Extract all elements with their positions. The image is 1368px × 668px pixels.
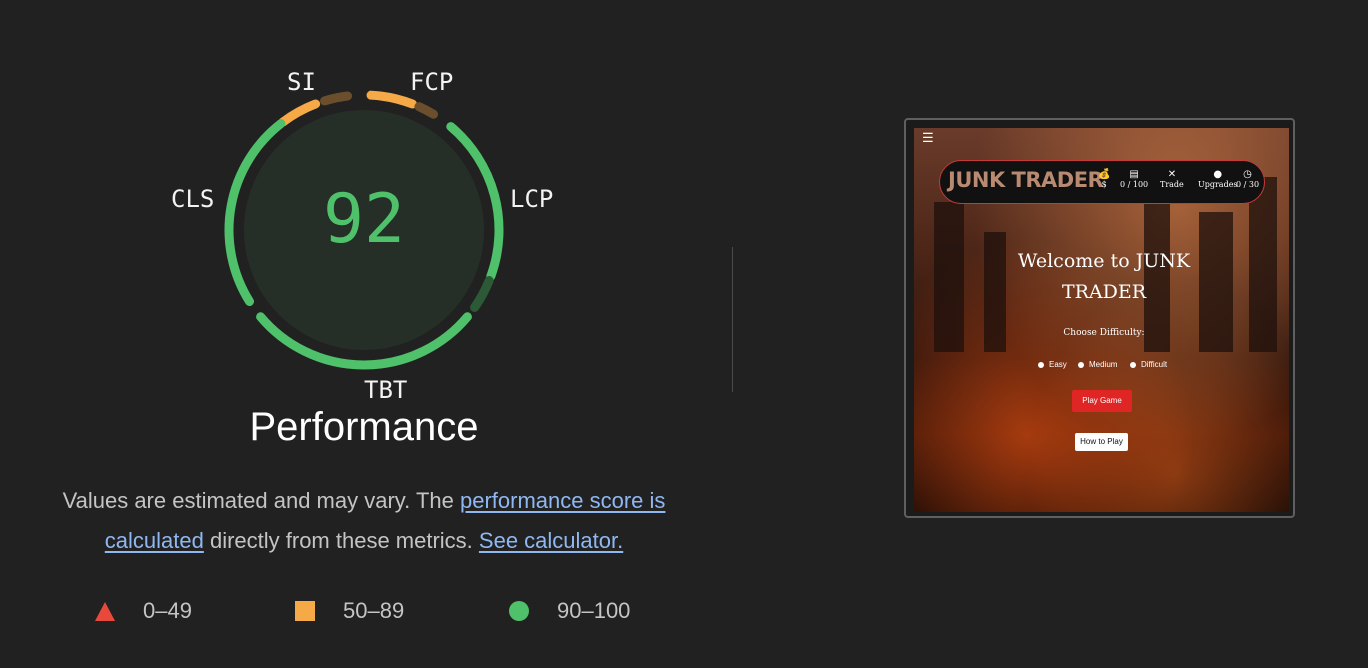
category-title: Performance: [249, 405, 479, 449]
welcome-heading: Welcome to JUNK TRADER: [1017, 250, 1191, 303]
header-upgrades: ● Upgrades: [1198, 169, 1238, 189]
header-inventory: ▤ 0 / 100: [1120, 169, 1149, 189]
legend-pass-label: 90–100: [557, 598, 631, 623]
fcp-arc-remainder: [414, 102, 439, 119]
difficulty-medium: Medium: [1078, 360, 1117, 369]
square-icon: [295, 601, 315, 621]
screenshot-image: ☰ JUNK TRADER 💰 $ ▤ 0 / 100 ✕ Trade ● Up…: [914, 128, 1289, 512]
description-text-2: directly from these metrics.: [203, 528, 479, 553]
radio-icon: [1130, 361, 1136, 368]
metrics-description: Values are estimated and may vary. The p…: [34, 481, 694, 561]
si-arc: [278, 99, 321, 127]
see-calculator-link[interactable]: See calculator.: [479, 528, 623, 553]
clock-icon: ◷: [1243, 169, 1252, 180]
metric-fcp-label: FCP: [410, 68, 454, 96]
header-trade: ✕ Trade: [1160, 169, 1184, 189]
hamburger-menu-icon: ☰: [922, 130, 934, 145]
metric-lcp-label: LCP: [510, 185, 554, 213]
header-money: 💰 $: [1098, 169, 1111, 189]
radio-icon: [1078, 361, 1084, 368]
money-bag-icon: 💰: [1098, 169, 1111, 180]
legend-average: 50–89: [295, 596, 404, 626]
how-to-play-button: How to Play: [1075, 433, 1128, 451]
play-game-button: Play Game: [1072, 390, 1132, 412]
legend-average-label: 50–89: [343, 598, 405, 623]
metric-si-label: SI: [287, 68, 316, 96]
triangle-icon: [95, 601, 115, 621]
game-header: JUNK TRADER 💰 $ ▤ 0 / 100 ✕ Trade ● Upgr…: [939, 160, 1265, 204]
circle-icon: [509, 601, 529, 621]
radio-icon: [1038, 361, 1044, 368]
game-logo: JUNK TRADER: [948, 168, 1104, 192]
lcp-arc-remainder: [470, 276, 494, 312]
upgrade-icon: ●: [1213, 169, 1223, 180]
description-text-1: Values are estimated and may vary. The: [62, 488, 460, 513]
si-arc-remainder: [320, 91, 353, 106]
legend-pass: 90–100: [509, 596, 630, 626]
tools-icon: ✕: [1167, 169, 1177, 180]
difficulty-easy: Easy: [1038, 360, 1067, 369]
final-screenshot[interactable]: ☰ JUNK TRADER 💰 $ ▤ 0 / 100 ✕ Trade ● Up…: [904, 118, 1295, 518]
choose-difficulty-label: Choose Difficulty:: [1063, 328, 1145, 338]
header-days: ◷ 0 / 30: [1236, 169, 1260, 189]
briefcase-icon: ▤: [1129, 169, 1139, 180]
metric-tbt-label: TBT: [364, 376, 408, 404]
legend-fail-label: 0–49: [143, 598, 192, 623]
metric-cls-label: CLS: [171, 185, 215, 213]
difficulty-difficult: Difficult: [1130, 360, 1167, 369]
legend-fail: 0–49: [95, 596, 192, 626]
vertical-divider: [732, 247, 733, 392]
fcp-arc: [366, 90, 417, 109]
performance-score: 92: [323, 180, 405, 259]
